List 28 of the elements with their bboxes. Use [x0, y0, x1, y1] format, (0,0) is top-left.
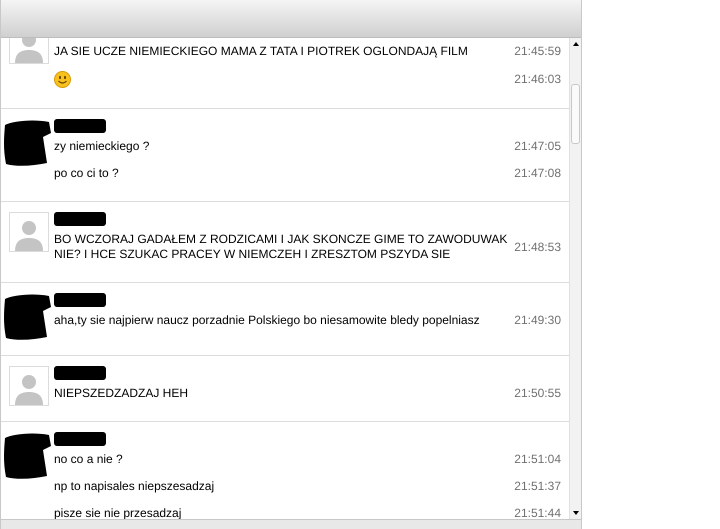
message-time: 21:47:08: [514, 166, 561, 181]
message-text: no co a nie ?: [54, 452, 123, 467]
message-time: 21:45:59: [514, 44, 561, 59]
scroll-up-icon[interactable]: [572, 42, 578, 46]
message-text: BO WCZORAJ GADAŁEM Z RODZICAMI I JAK SKONCZE GIME TO ZAWODUWAK NIE? I HCE SZUKAC PRACEY W NIEMCZEH I ZRESZTOM PSZYDA SIE: [54, 232, 508, 262]
message-time: 21:47:05: [514, 139, 561, 154]
message-time: 21:46:03: [514, 72, 561, 87]
smiley-icon: [54, 71, 71, 88]
scroll-down-icon[interactable]: [572, 511, 578, 515]
message-time: 21:51:04: [514, 452, 561, 467]
message-time: 21:49:30: [514, 313, 561, 328]
redacted-name: [54, 293, 106, 307]
message-text: zy niemieckiego ?: [54, 139, 150, 154]
redacted-name: [54, 119, 106, 133]
message-time: 21:51:44: [514, 506, 561, 519]
message-text: np to napisales niepszesadzaj: [54, 479, 214, 494]
redacted-name: [54, 366, 106, 380]
message-time: 21:50:55: [514, 386, 561, 401]
message-time: 21:48:53: [514, 240, 561, 254]
scroll-thumb[interactable]: [571, 84, 580, 144]
message-text: NIEPSZEDZADZAJ HEH: [54, 386, 188, 401]
redacted-name: [54, 432, 106, 446]
message-text: aha,ty sie najpierw naucz porzadnie Polskiego bo niesamowite bledy popelniasz: [54, 313, 480, 328]
redacted-name: [54, 212, 106, 226]
message-time: 21:51:37: [514, 479, 561, 494]
message-text: po co ci to ?: [54, 166, 119, 181]
scrollbar[interactable]: [569, 38, 581, 519]
message-text: JA SIE UCZE NIEMIECKIEGO MAMA Z TATA I PIOTREK OGLONDAJĄ FILM: [54, 44, 468, 59]
